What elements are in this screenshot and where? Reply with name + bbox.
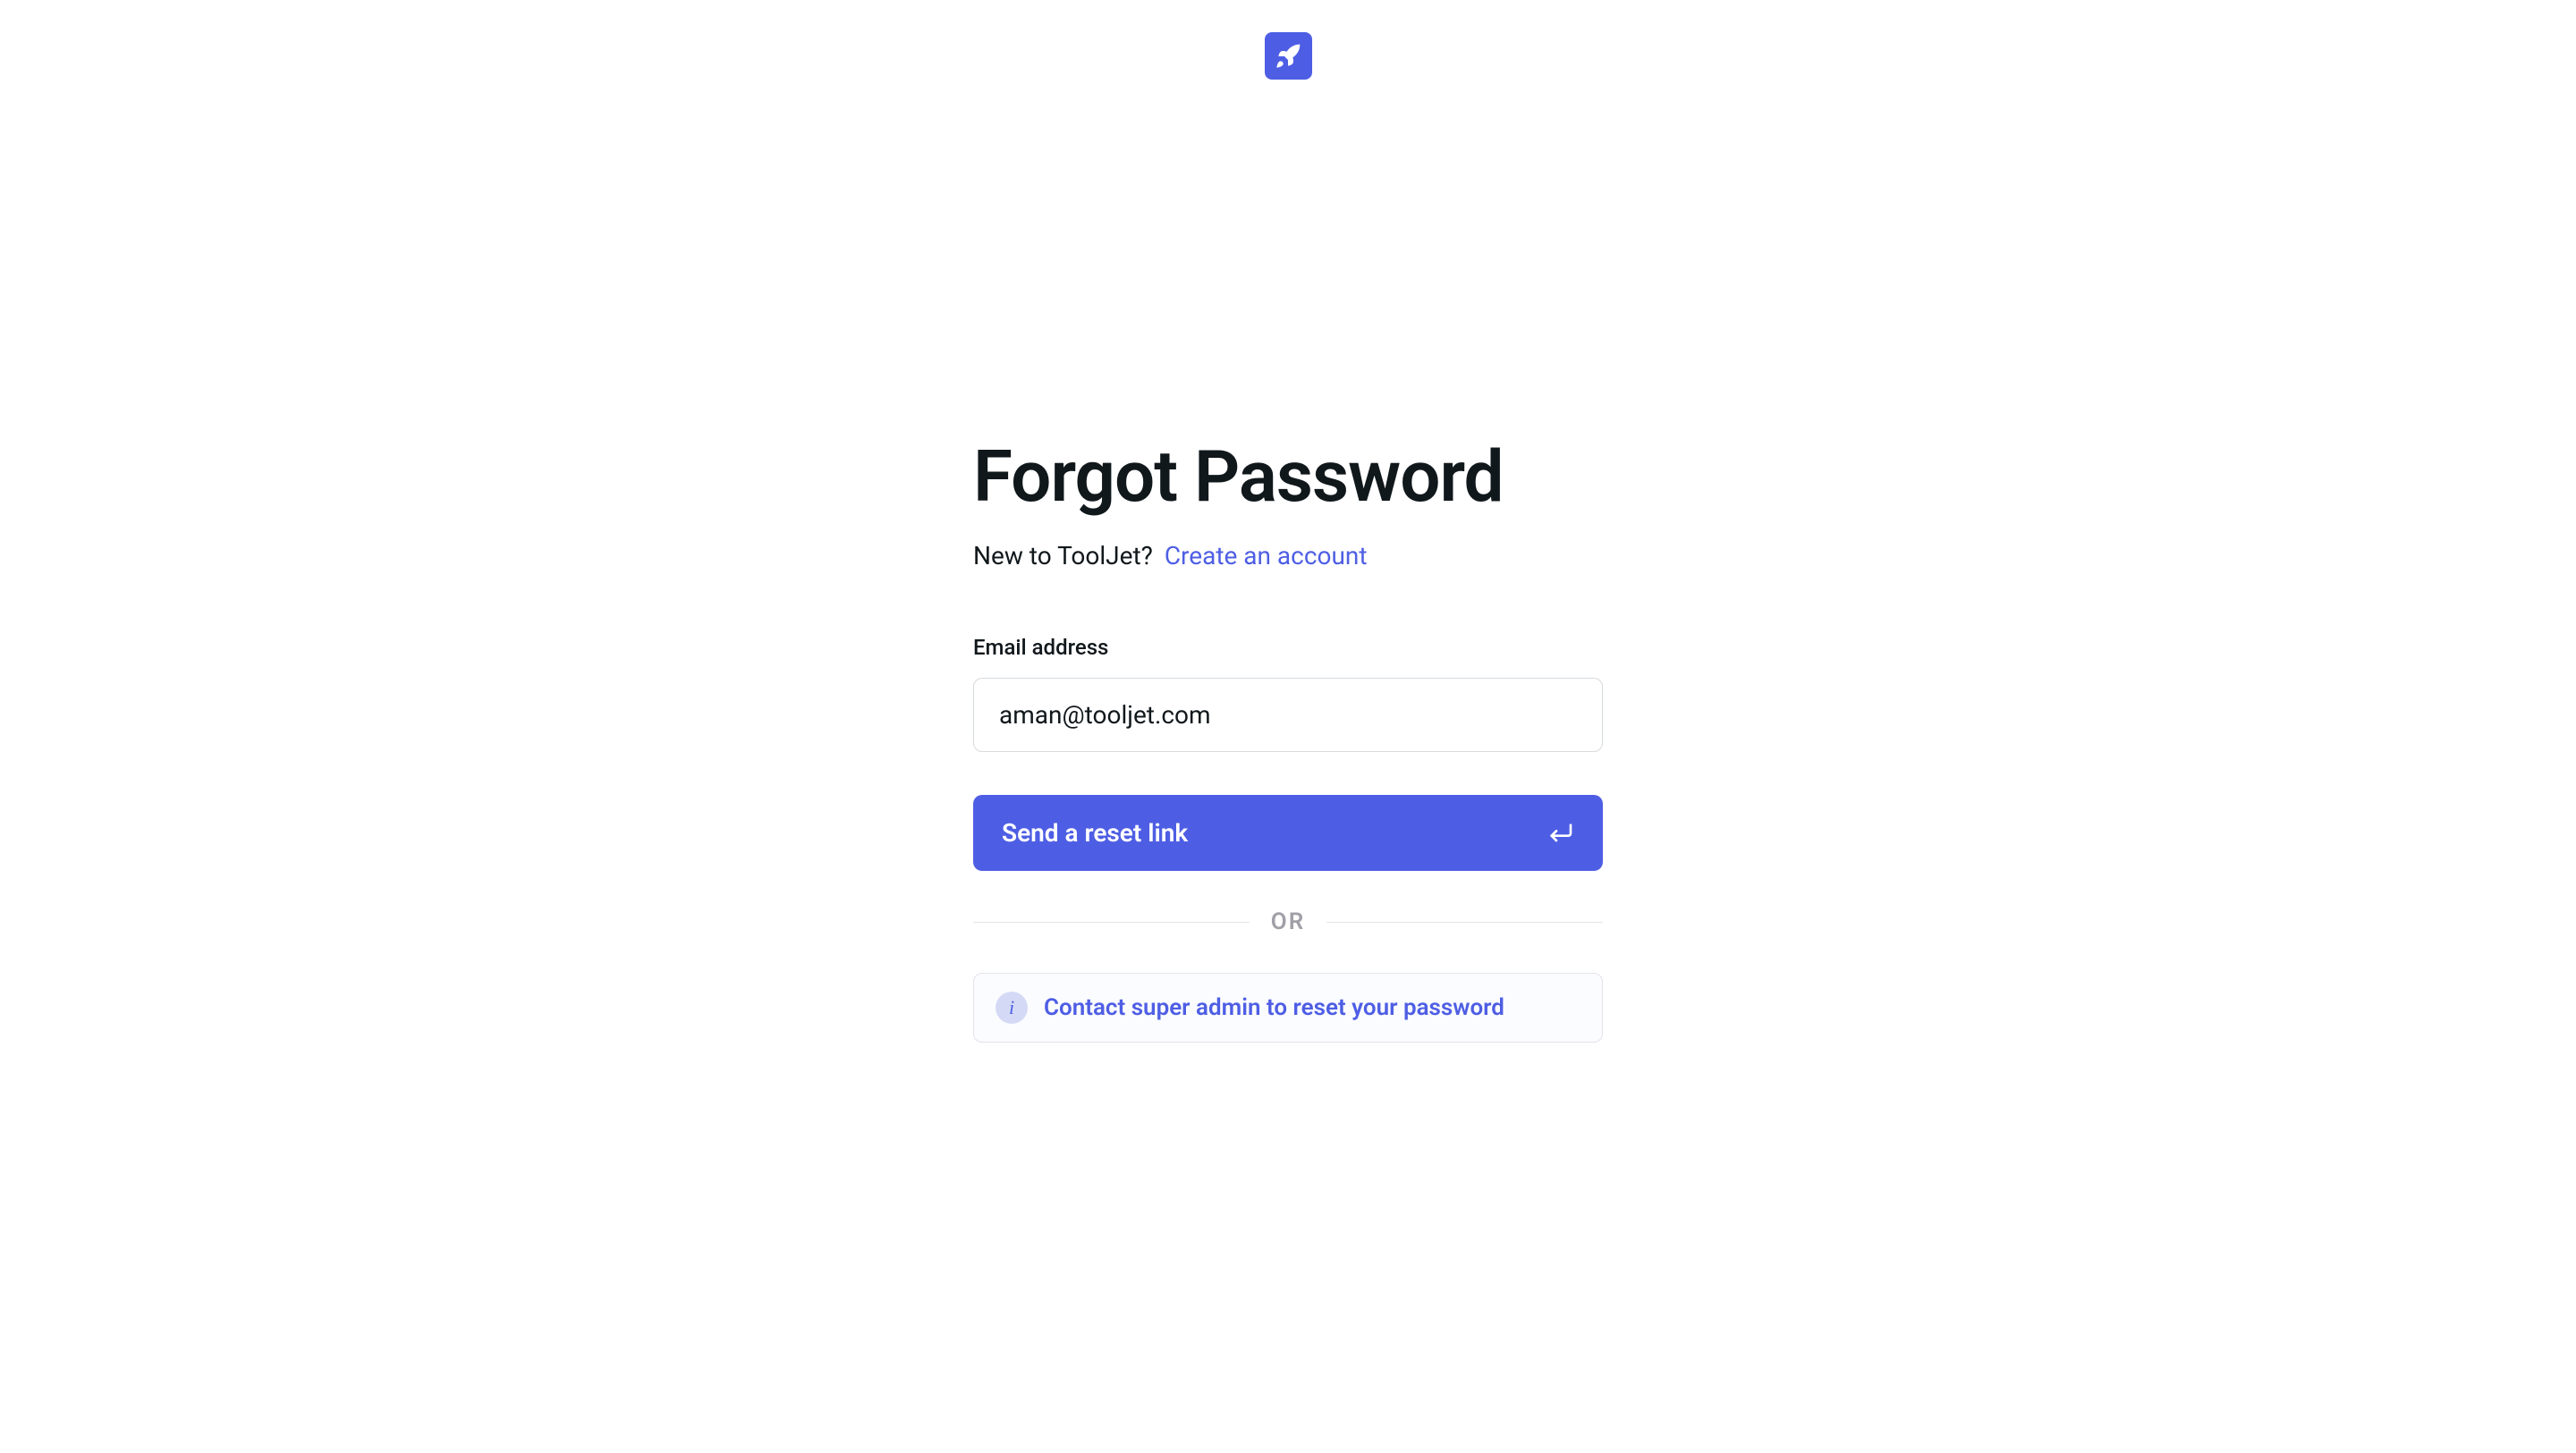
email-input[interactable] <box>973 678 1603 752</box>
page-title: Forgot Password <box>973 437 1603 516</box>
logo-container <box>1265 32 1312 80</box>
email-label: Email address <box>973 635 1603 660</box>
app-logo[interactable] <box>1265 32 1312 80</box>
enter-icon <box>1546 821 1574 846</box>
signup-row: New to ToolJet? Create an account <box>973 541 1603 570</box>
divider-line-right <box>1326 922 1603 923</box>
rocket-icon <box>1274 42 1302 71</box>
signup-prompt: New to ToolJet? <box>973 541 1153 570</box>
send-reset-link-button[interactable]: Send a reset link <box>973 795 1603 871</box>
submit-button-label: Send a reset link <box>1002 818 1188 848</box>
contact-admin-info: i Contact super admin to reset your pass… <box>973 973 1603 1043</box>
forgot-password-form: Forgot Password New to ToolJet? Create a… <box>973 437 1603 1043</box>
info-icon: i <box>1009 996 1014 1019</box>
create-account-link[interactable]: Create an account <box>1165 541 1368 570</box>
divider-line-left <box>973 922 1250 923</box>
contact-admin-text: Contact super admin to reset your passwo… <box>1044 994 1504 1021</box>
info-icon-wrap: i <box>996 992 1028 1024</box>
divider: OR <box>973 908 1603 935</box>
divider-text: OR <box>1271 908 1305 935</box>
